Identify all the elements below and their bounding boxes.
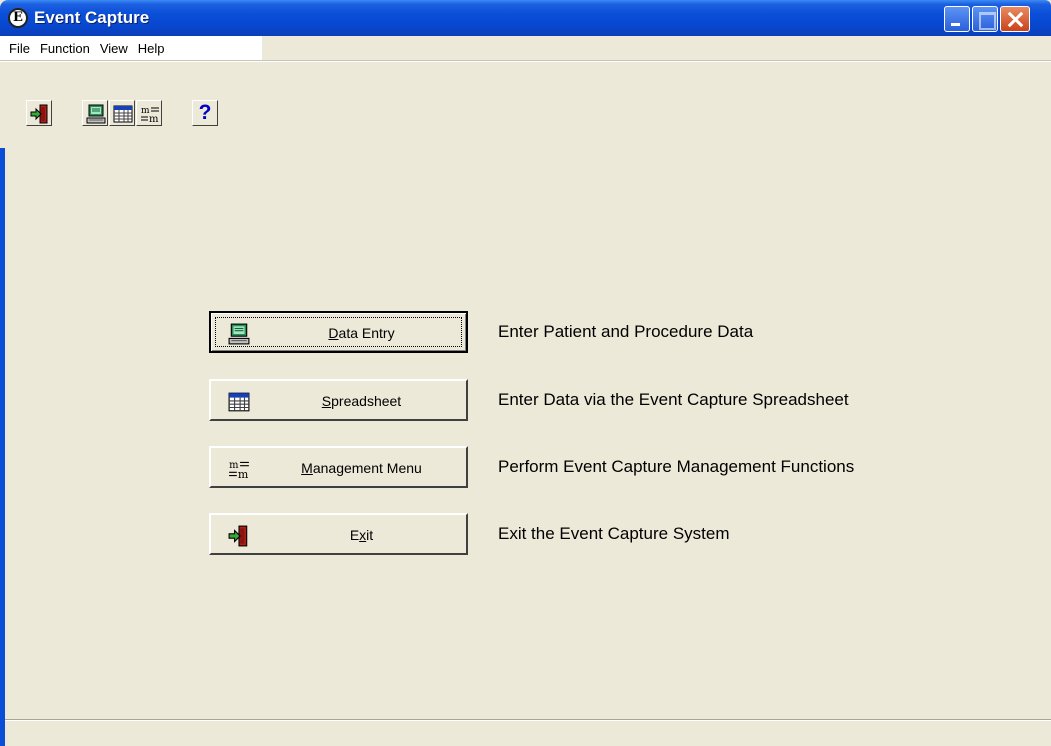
app-icon[interactable]: E (8, 8, 28, 28)
management-menu-label: Management Menu (301, 460, 422, 476)
data-entry-icon (228, 323, 250, 345)
menu-view[interactable]: View (97, 41, 135, 56)
exit-icon (228, 525, 248, 547)
exit-label: Exit (349, 527, 374, 543)
svg-text:m: m (149, 114, 159, 124)
management-menu-icon: m m (229, 460, 249, 480)
data-entry-description: Enter Patient and Procedure Data (498, 322, 754, 341)
spreadsheet-icon (113, 105, 133, 123)
data-entry-icon (86, 104, 106, 124)
data-entry-button[interactable]: Data Entry (209, 311, 468, 353)
toolbar-help-button[interactable]: ? (192, 100, 218, 126)
menu-function[interactable]: Function (37, 41, 97, 56)
menu-bar: File Function View Help (0, 36, 262, 60)
spreadsheet-description: Enter Data via the Event Capture Spreads… (498, 390, 849, 409)
spreadsheet-icon (228, 392, 250, 412)
svg-text:m: m (238, 468, 249, 480)
menu-separator (0, 60, 1051, 62)
management-menu-icon: m m (141, 106, 159, 124)
management-menu-button[interactable]: m m Management Menu (209, 446, 468, 488)
exit-icon (30, 104, 48, 124)
exit-description: Exit the Event Capture System (498, 524, 730, 543)
help-icon: ? (198, 101, 212, 124)
title-bar[interactable]: E Event Capture (0, 0, 1051, 36)
menu-help[interactable]: Help (135, 41, 172, 56)
data-entry-label: Data Entry (328, 325, 395, 341)
toolbar-data-entry-button[interactable] (82, 100, 108, 126)
minimize-button[interactable] (944, 6, 970, 32)
management-menu-description: Perform Event Capture Management Functio… (498, 457, 855, 476)
menu-file[interactable]: File (6, 41, 37, 56)
spreadsheet-button[interactable]: Spreadsheet (209, 379, 468, 421)
window-title: Event Capture (34, 8, 150, 27)
toolbar-management-menu-button[interactable]: m m (136, 100, 162, 126)
spreadsheet-label: Spreadsheet (321, 393, 402, 409)
toolbar-exit-button[interactable] (26, 100, 52, 126)
toolbar-spreadsheet-button[interactable] (109, 100, 135, 126)
maximize-button[interactable] (972, 6, 998, 32)
close-button[interactable] (1000, 6, 1030, 32)
exit-button[interactable]: Exit (209, 513, 468, 555)
status-bar-separator (5, 719, 1051, 721)
window-left-border (0, 148, 5, 746)
